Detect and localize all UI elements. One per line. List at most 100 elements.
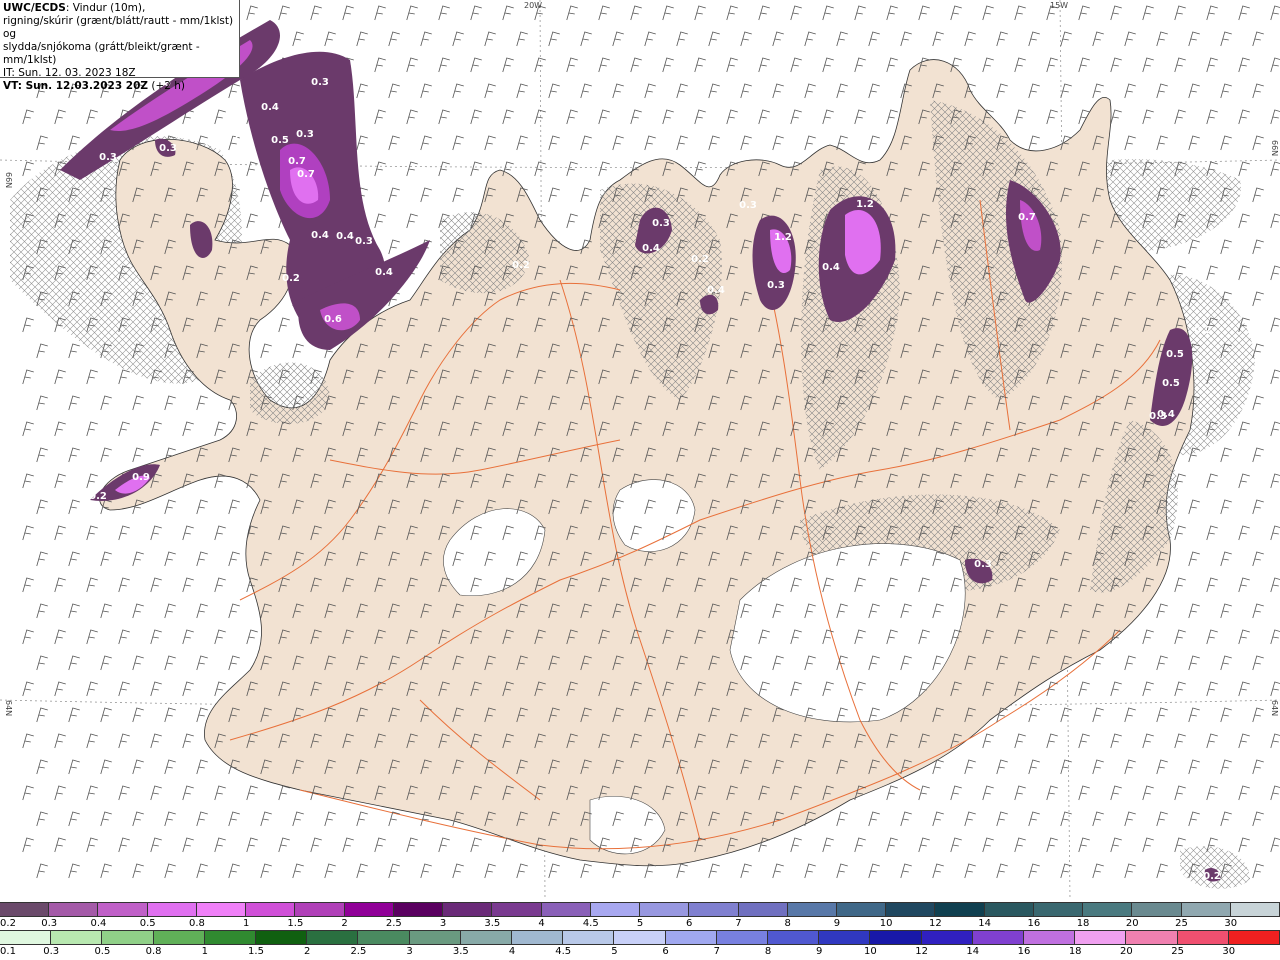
info-title-rest: : Vindur (10m), (65, 2, 146, 14)
wind-barb (1270, 785, 1280, 801)
wind-barb (708, 135, 720, 151)
wind-barb (1188, 759, 1200, 775)
wind-barb (86, 473, 98, 489)
wind-barb (1028, 83, 1040, 99)
wind-barb (1270, 57, 1280, 73)
legend-snow-label: 30 (1224, 918, 1238, 929)
legend-rain-swatch (870, 931, 922, 944)
wind-barb (118, 837, 130, 853)
precip-value-label: 0.3 (159, 143, 177, 154)
wind-barb (164, 499, 176, 515)
wind-barb (118, 525, 130, 541)
wind-barb (54, 629, 66, 645)
wind-barb (1174, 681, 1186, 697)
legend-rain-label: 5 (611, 946, 618, 957)
wind-barb (598, 161, 610, 177)
wind-barb (1270, 369, 1280, 385)
legend-snow-swatch (147, 903, 197, 916)
precip-value-label: 0.4 (707, 285, 725, 296)
wind-barb (534, 161, 546, 177)
wind-barb (740, 83, 752, 99)
wind-barb (1124, 811, 1136, 827)
wind-barb (868, 135, 880, 151)
legend-rain-swatch (614, 931, 666, 944)
wind-barb (374, 109, 386, 125)
wind-barb (1206, 785, 1218, 801)
wind-barb (1220, 83, 1232, 99)
wind-barb (1124, 655, 1136, 671)
wind-barb (260, 863, 272, 879)
wind-barb (758, 109, 770, 125)
wind-barb (214, 681, 226, 697)
wind-barb (22, 837, 34, 853)
wind-barb (1238, 109, 1250, 125)
wind-barb (374, 161, 386, 177)
wind-barb (406, 5, 418, 21)
info-title-line: UWC/ECDS: Vindur (10m), (3, 2, 236, 15)
wind-barb (1028, 135, 1040, 151)
legend-rain-swatch (768, 931, 820, 944)
wind-barb (516, 31, 528, 47)
legend-snow-swatch (738, 903, 788, 916)
wind-barb (516, 83, 528, 99)
wind-barb (86, 577, 98, 593)
wind-barb (118, 733, 130, 749)
wind-barb (452, 863, 464, 879)
wind-barb (118, 629, 130, 645)
wind-barb (1078, 837, 1090, 853)
wind-barb (452, 31, 464, 47)
wind-barb (676, 83, 688, 99)
wind-barb (1206, 629, 1218, 645)
wind-barb (804, 863, 816, 879)
wind-barb (86, 629, 98, 645)
wind-barb (228, 655, 240, 671)
wind-barb (214, 525, 226, 541)
wind-barb (278, 785, 290, 801)
wind-barb (1206, 577, 1218, 593)
wind-barb (1270, 473, 1280, 489)
wind-barb (964, 811, 976, 827)
wind-barb (1028, 759, 1040, 775)
wind-barb (1092, 707, 1104, 723)
wind-barb (1142, 5, 1154, 21)
legend-snow-swatch (49, 903, 99, 916)
legend-snow-swatch (492, 903, 542, 916)
wind-barb (1206, 57, 1218, 73)
legend-rain-swatch (102, 931, 154, 944)
wind-barb (1270, 265, 1280, 281)
wind-barb (644, 135, 656, 151)
legend-snow-label: 2.5 (385, 918, 402, 929)
wind-barb (356, 811, 368, 827)
legend-rain-swatch (819, 931, 871, 944)
precip-value-label: 0.2 (1194, 325, 1212, 336)
wind-barb (182, 525, 194, 541)
wind-barb (996, 31, 1008, 47)
wind-barb (86, 525, 98, 541)
wind-barb (982, 5, 994, 21)
wind-barb (1206, 109, 1218, 125)
wind-barb (1270, 317, 1280, 333)
wind-barb (1206, 265, 1218, 281)
wind-barb (420, 135, 432, 151)
wind-barb (900, 863, 912, 879)
legend-snow-swatch (393, 903, 444, 916)
wind-barb (54, 421, 66, 437)
wind-barb (278, 5, 290, 21)
wind-barb (1252, 447, 1264, 463)
wind-barb (644, 31, 656, 47)
wind-barb (996, 811, 1008, 827)
legend-snow-swatch (98, 903, 148, 916)
wind-barb (1046, 57, 1058, 73)
precip-value-label: 0.7 (288, 156, 306, 167)
wind-barb (1220, 447, 1232, 463)
wind-barb (932, 31, 944, 47)
wind-barb (36, 759, 48, 775)
wind-barb (196, 707, 208, 723)
lat-label-66n-left: 66N (4, 172, 13, 188)
wind-barb (996, 83, 1008, 99)
wind-barb (324, 863, 336, 879)
wind-barb (822, 109, 834, 125)
precip-value-label: 0.3 (739, 200, 757, 211)
wind-barb (292, 863, 304, 879)
wind-barb (86, 785, 98, 801)
